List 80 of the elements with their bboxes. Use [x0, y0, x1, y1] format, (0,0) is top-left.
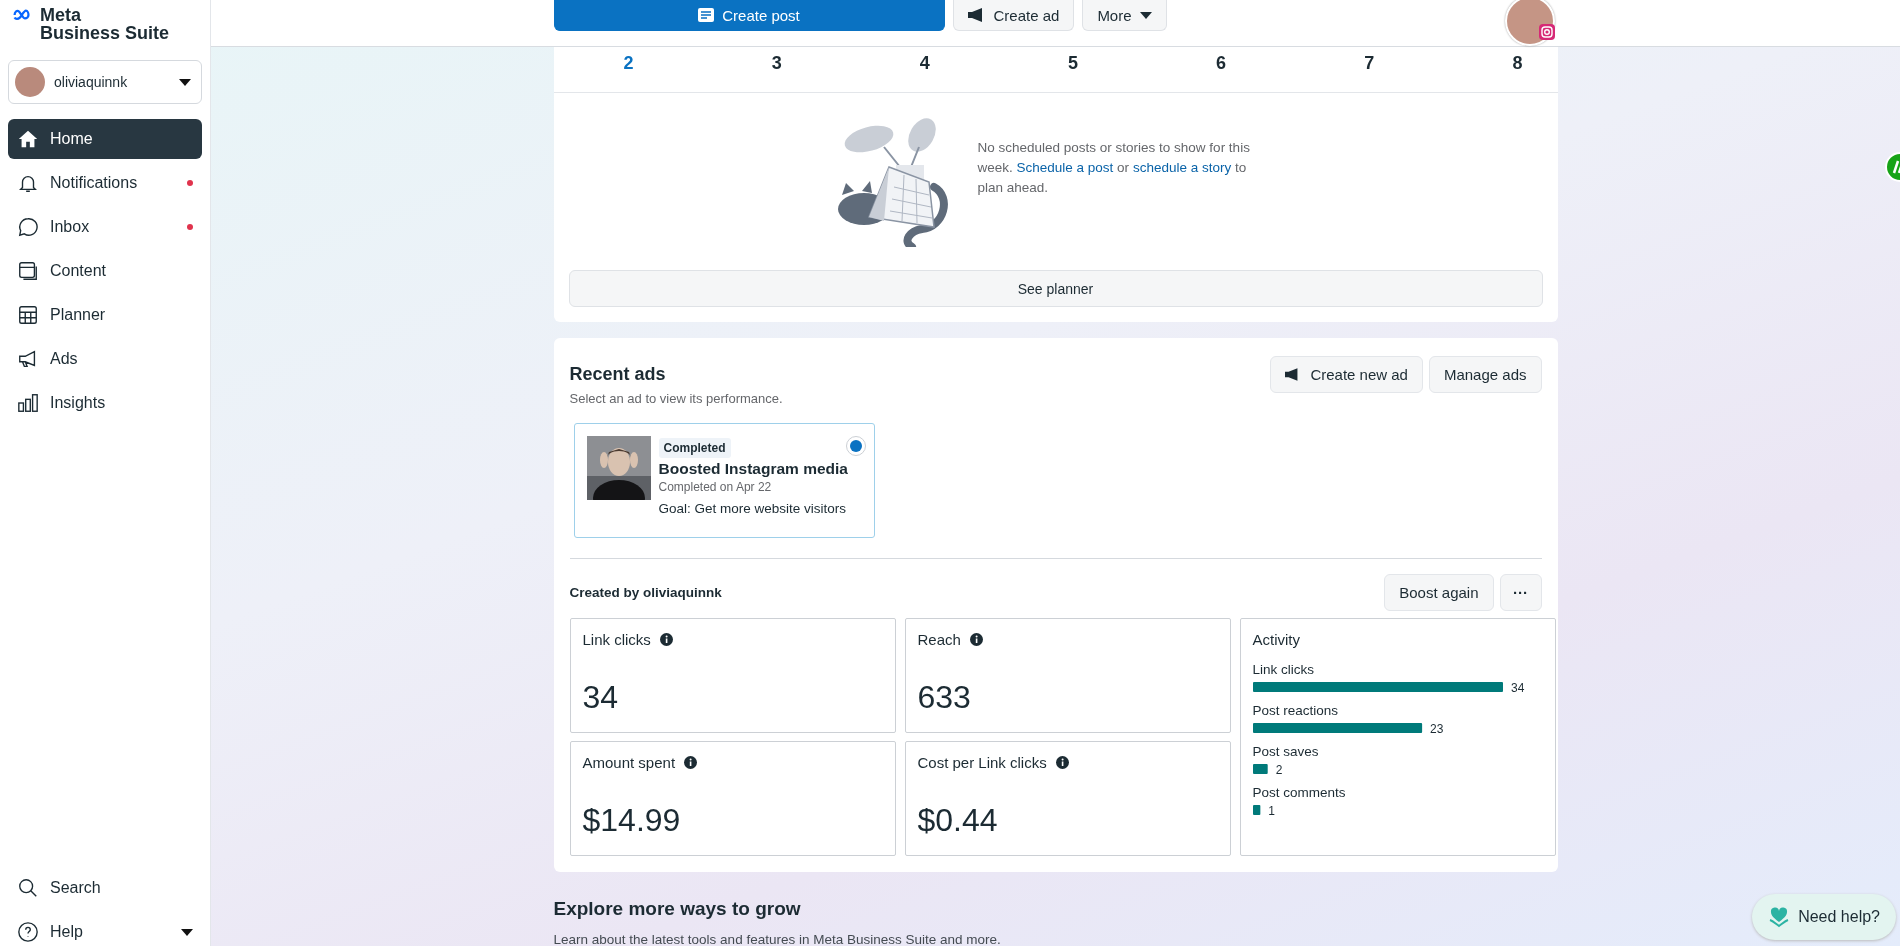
calendar-date[interactable]: 4	[909, 53, 940, 92]
nav-item[interactable]: Notifications	[8, 163, 202, 203]
radio-button[interactable]	[845, 436, 866, 456]
activity-title: Activity	[1252, 631, 1301, 648]
schedule-story-link[interactable]: schedule a story	[1132, 159, 1232, 175]
help-button[interactable]: Need help?	[1752, 894, 1896, 940]
caret-icon	[181, 928, 193, 936]
nav-item[interactable]: Content	[8, 251, 202, 291]
ad-card[interactable]: Completed Boosted Instagram media Completed on Apr 22 Goal: Get more website visitors	[573, 423, 875, 538]
create-post-button[interactable]: Create post	[553, 0, 945, 31]
metric-label: Cost per Link clicks	[917, 754, 1047, 771]
ad-title: Boosted Instagram media	[658, 460, 848, 478]
see-planner-button[interactable]: See planner	[568, 270, 1543, 307]
info-icon[interactable]	[684, 756, 698, 769]
help-icon	[17, 921, 39, 943]
section-subtitle: Learn about the latest tools and features in Meta Business Suite and more.	[553, 932, 1001, 946]
calendar-date[interactable]: 7	[1354, 53, 1385, 92]
nav-item[interactable]: Home	[8, 119, 202, 159]
created-by-label: Created by oliviaquinnk	[569, 585, 722, 600]
section-subtitle: Select an ad to view its performance.	[569, 391, 783, 406]
nav-item[interactable]: Help	[8, 912, 202, 946]
nav-item[interactable]: Insights	[8, 383, 202, 423]
heart-hands-icon	[1768, 906, 1791, 928]
brand-name: Meta	[40, 6, 82, 24]
manage-ads-button[interactable]: Manage ads	[1428, 356, 1542, 393]
more-button[interactable]: More	[1082, 0, 1167, 31]
avatar	[15, 67, 45, 97]
schedule-post-link[interactable]: Schedule a post	[1016, 159, 1114, 175]
home-icon	[17, 128, 39, 150]
bar-label: Link clicks	[1252, 662, 1315, 677]
nav-item[interactable]: Planner	[8, 295, 202, 335]
info-icon[interactable]	[969, 633, 983, 646]
profile-avatar[interactable]	[1504, 0, 1555, 46]
metric-label: Amount spent	[582, 754, 676, 771]
calendar-date[interactable]: 3	[761, 53, 792, 92]
bar-value: 1	[1267, 804, 1275, 817]
metric-value: 34	[582, 679, 620, 716]
bar-label: Post comments	[1252, 785, 1347, 800]
empty-state-message: No scheduled posts or stories to show for this week. Schedule a post or schedule a story to plan ahead.	[977, 138, 1251, 197]
create-new-ad-button[interactable]: Create new ad	[1270, 356, 1423, 393]
create-ad-button[interactable]: Create ad	[952, 0, 1075, 31]
metric-label: Link clicks	[582, 631, 651, 648]
bar	[1252, 764, 1268, 774]
more-options-button[interactable]: ···	[1499, 574, 1542, 611]
metric-value: 633	[917, 679, 972, 716]
chat-bubble-icon	[17, 216, 39, 238]
calendar-date[interactable]: 5	[1057, 53, 1088, 92]
calendar-date[interactable]: 6	[1206, 53, 1237, 92]
caret-icon	[179, 78, 191, 86]
brand-name: Business Suite	[40, 24, 170, 42]
metric-label: Reach	[917, 631, 961, 648]
account-selector[interactable]: oliviaquinnk	[8, 60, 202, 104]
boost-again-button[interactable]: Boost again	[1384, 574, 1494, 611]
info-icon[interactable]	[1055, 756, 1069, 769]
nav-item[interactable]: Search	[8, 868, 202, 908]
ad-goal: Goal: Get more website visitors	[658, 501, 847, 516]
bar-value: 23	[1429, 722, 1443, 735]
calendar-date[interactable]: 2	[613, 53, 644, 92]
search-icon	[17, 877, 39, 899]
info-icon[interactable]	[659, 633, 673, 646]
status-tag: Completed	[658, 438, 731, 458]
camera-badge-icon	[1538, 24, 1555, 40]
nav-item[interactable]: Ads	[8, 339, 202, 379]
caret-icon	[1139, 11, 1152, 19]
window-icon	[17, 260, 39, 282]
nav-item[interactable]: Inbox	[8, 207, 202, 247]
metric-value: $0.44	[917, 802, 999, 839]
section-title: Recent ads	[569, 364, 667, 385]
post-icon	[698, 8, 715, 22]
bar-chart-icon	[17, 392, 39, 414]
bar	[1252, 805, 1260, 815]
metric-value: $14.99	[582, 802, 682, 839]
calendar-date[interactable]: 8	[1502, 53, 1533, 92]
bar-value: 34	[1510, 681, 1524, 694]
ad-date: Completed on Apr 22	[658, 480, 772, 494]
bar-label: Post reactions	[1252, 703, 1340, 718]
section-title: Explore more ways to grow	[553, 898, 802, 920]
table-icon	[17, 304, 39, 326]
bar-value: 2	[1275, 763, 1282, 776]
bar-label: Post saves	[1252, 744, 1320, 759]
